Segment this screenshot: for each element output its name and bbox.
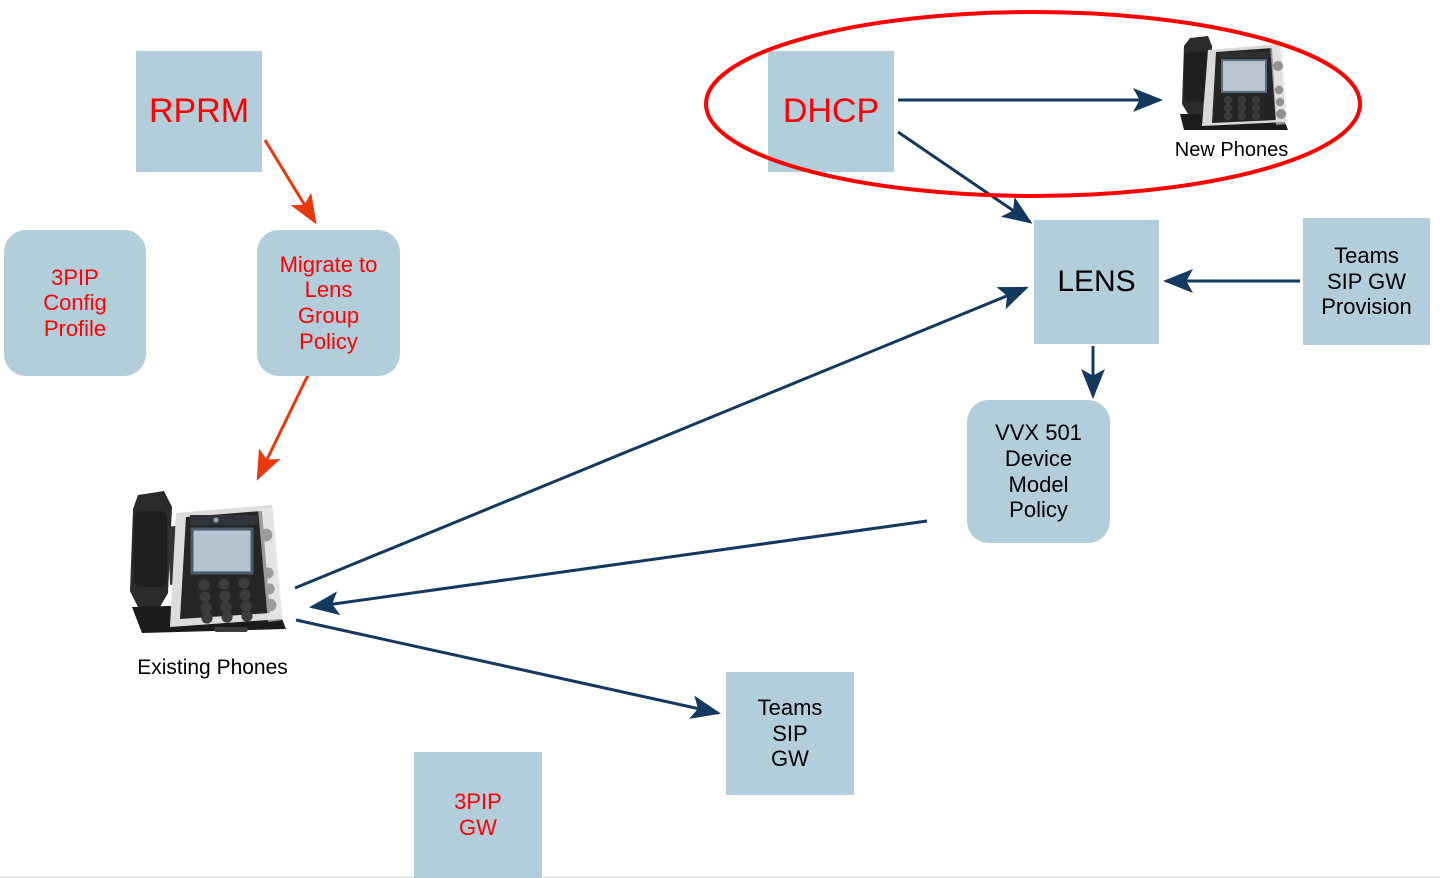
node-rprm[interactable]: RPRM [136,51,262,172]
node-dhcp[interactable]: DHCP [768,51,894,172]
connector-existing-phones-to-teams-sip-gw [295,618,721,719]
node-3pip-gw[interactable]: 3PIP GW [414,752,542,878]
node-rprm-label: RPRM [148,91,250,130]
connector-rprm-to-migrate [263,139,317,225]
node-teams-sip-gw-label: Teams SIP GW [757,695,823,772]
connector-vvx-policy-to-existing-phones [309,519,928,616]
caption-existing-phones: Existing Phones [120,656,305,680]
node-teams-sip-gw[interactable]: Teams SIP GW [726,672,854,795]
diagram-canvas: RPRM 3PIP Config Profile Migrate to Lens… [0,0,1440,878]
node-lens[interactable]: LENS [1034,220,1159,344]
connector-migrate-to-existing-phones [256,374,310,481]
caption-new-phones-label: New Phones [1174,139,1289,161]
node-3pip-gw-label: 3PIP GW [454,789,502,840]
node-teams-sip-gw-provision-label: Teams SIP GW Provision [1321,243,1412,320]
node-3pip-config-profile-label: 3PIP Config Profile [43,264,107,341]
node-vvx-501-device-model-policy[interactable]: VVX 501 Device Model Policy [967,400,1110,543]
desk-phone-icon-existing-phones [130,491,286,633]
caption-new-phones: New Phones [1144,139,1319,162]
node-lens-label: LENS [1057,264,1136,298]
connector-dhcp-to-lens [897,130,1033,224]
node-migrate-to-lens-group-policy-label: Migrate to Lens Group Policy [279,251,378,354]
node-3pip-config-profile[interactable]: 3PIP Config Profile [4,230,146,376]
node-dhcp-label: DHCP [782,91,880,130]
desk-phone-icon-new-phones [1180,36,1288,130]
caption-existing-phones-label: Existing Phones [137,656,288,679]
node-vvx-501-device-model-policy-label: VVX 501 Device Model Policy [995,420,1082,523]
connector-existing-phones-to-lens [294,286,1029,590]
node-migrate-to-lens-group-policy[interactable]: Migrate to Lens Group Policy [257,230,400,376]
node-teams-sip-gw-provision[interactable]: Teams SIP GW Provision [1303,218,1430,345]
